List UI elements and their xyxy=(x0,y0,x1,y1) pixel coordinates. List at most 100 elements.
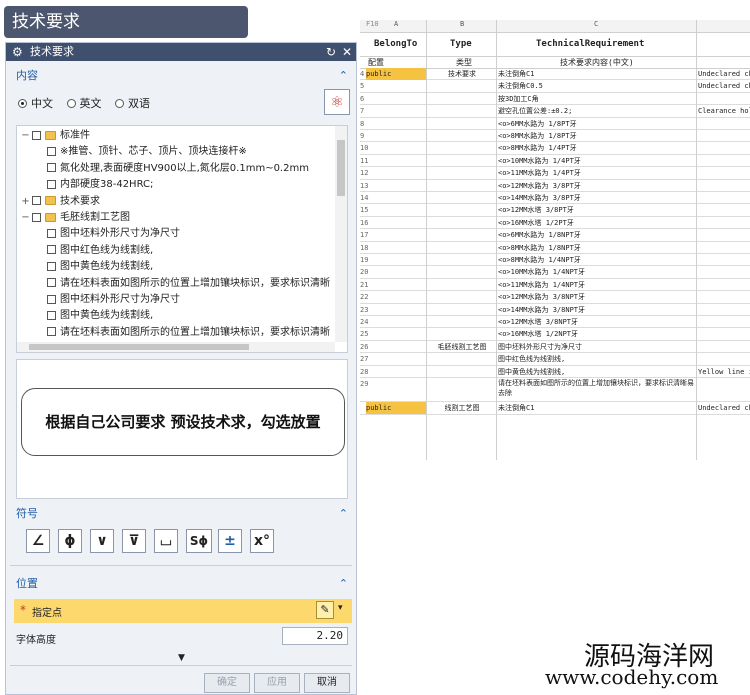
sheet-cell[interactable]: 毛胚线割工艺图 xyxy=(430,341,494,353)
sheet-cell[interactable]: Undeclared ch xyxy=(698,402,750,414)
sheet-cell[interactable]: <o>16MM水塔 1/2PT牙 xyxy=(498,217,694,229)
sheet-cell[interactable] xyxy=(368,316,424,328)
atom-icon[interactable]: ⚛ xyxy=(324,89,350,115)
cancel-button[interactable]: 取消 xyxy=(304,673,350,693)
sheet-cell[interactable]: <o>12MM水路为 3/8NPT牙 xyxy=(498,291,694,303)
sheet-cell[interactable]: 图中坯料外形尺寸为净尺寸 xyxy=(498,341,694,353)
tree-group[interactable]: − 标准件 xyxy=(21,128,331,144)
sheet-row[interactable]: 23 <o>14MM水路为 3/8NPT牙 xyxy=(360,304,750,316)
sheet-cell[interactable] xyxy=(430,291,494,303)
sheet-cell[interactable] xyxy=(430,279,494,291)
sheet-cell[interactable]: 请在坯料表面如图所示的位置上增加镶块标识，要求标识清晰易去除 xyxy=(498,378,694,402)
sheet-cell[interactable] xyxy=(430,192,494,204)
tree-item[interactable]: ※推管、顶针、芯子、顶片、顶块连接杆※ xyxy=(47,144,331,160)
sheet-cell[interactable] xyxy=(430,353,494,365)
tree-item[interactable]: 氮化处理,表面硬度HV900以上,氮化层0.1mm~0.2mm xyxy=(47,161,331,177)
sheet-cell[interactable] xyxy=(698,130,750,142)
sheet-cell[interactable]: 未注倒角C0.5 xyxy=(498,80,694,92)
sheet-row[interactable]: 7 避空孔位置公差:±0.2; Clearance hol xyxy=(360,105,750,118)
tree-item[interactable]: 图中坯料外形尺寸为净尺寸 xyxy=(47,292,331,308)
checkbox[interactable] xyxy=(47,245,56,255)
sheet-cell[interactable] xyxy=(368,180,424,192)
collapse-icon[interactable]: − xyxy=(21,128,30,144)
sheet-row[interactable]: 24 <o>12MM水塔 3/8NPT牙 xyxy=(360,316,750,329)
gear-icon[interactable]: ⚙ xyxy=(12,43,23,61)
sheet-cell[interactable] xyxy=(430,93,494,105)
point-picker-icon[interactable]: ✎ xyxy=(316,601,334,619)
sheet-cell[interactable] xyxy=(368,204,424,216)
sheet-row[interactable]: 19 <o>8MM水路为 1/4NPT牙 xyxy=(360,254,750,267)
sheet-cell[interactable]: <o>14MM水路为 3/8NPT牙 xyxy=(498,304,694,316)
sheet-cell[interactable] xyxy=(368,304,424,316)
sheet-cell[interactable]: <o>11MM水路为 1/4NPT牙 xyxy=(498,279,694,291)
radio-english[interactable]: 英文 xyxy=(66,95,102,111)
expand-more-icon[interactable]: ▼ xyxy=(178,653,185,663)
tree-item[interactable]: 图中红色线为线割线, xyxy=(47,243,331,259)
sheet-row[interactable]: 5 未注倒角C0.5 Undeclared ch xyxy=(360,80,750,93)
sheet-cell[interactable] xyxy=(368,341,424,353)
tree-group[interactable]: − 毛胚线割工艺图 xyxy=(21,210,331,226)
ok-button[interactable]: 确定 xyxy=(204,673,250,693)
preview-text-area[interactable]: 根据自己公司要求 预设技术求，勾选放置 xyxy=(16,359,348,499)
sheet-cell[interactable] xyxy=(430,80,494,92)
sheet-cell[interactable] xyxy=(430,328,494,340)
sheet-cell[interactable]: <o>10MM水路为 1/4NPT牙 xyxy=(498,266,694,278)
sheet-cell[interactable] xyxy=(698,242,750,254)
sheet-cell[interactable] xyxy=(698,316,750,328)
sheet-cell[interactable] xyxy=(368,328,424,340)
sheet-cell[interactable] xyxy=(430,204,494,216)
sheet-cell[interactable] xyxy=(430,254,494,266)
sheet-row[interactable]: 15 <o>12MM水塔 3/8PT牙 xyxy=(360,204,750,217)
sheet-cell[interactable]: public xyxy=(366,68,426,80)
sheet-cell[interactable] xyxy=(698,180,750,192)
sheet-cell[interactable]: 未注倒角C1 xyxy=(498,402,694,414)
sheet-cell[interactable] xyxy=(698,279,750,291)
sheet-row[interactable]: 6 按3D加工C角 xyxy=(360,93,750,106)
sheet-cell[interactable] xyxy=(368,378,424,402)
sheet-cell[interactable] xyxy=(368,167,424,179)
chevron-up-icon[interactable]: ⌃ xyxy=(333,67,348,85)
sheet-cell[interactable]: Yellow line i xyxy=(698,366,750,378)
sheet-row[interactable]: 20 <o>10MM水路为 1/4NPT牙 xyxy=(360,266,750,279)
checkbox[interactable] xyxy=(32,130,41,140)
sheet-cell[interactable]: <o>12MM水塔 3/8PT牙 xyxy=(498,204,694,216)
dropdown-arrow-icon[interactable]: ▾ xyxy=(338,603,343,613)
sheet-cell[interactable] xyxy=(368,80,424,92)
sheet-cell[interactable]: <o>11MM水路为 1/4PT牙 xyxy=(498,167,694,179)
sheet-row[interactable]: 18 <o>8MM水路为 1/8NPT牙 xyxy=(360,242,750,254)
sheet-row[interactable]: 29 请在坯料表面如图所示的位置上增加镶块标识，要求标识清晰易去除 xyxy=(360,378,750,402)
sheet-cell[interactable] xyxy=(430,180,494,192)
sheet-row[interactable]: 14 <o>14MM水路为 3/8PT牙 xyxy=(360,192,750,205)
checkbox[interactable] xyxy=(32,196,41,206)
sheet-cell[interactable] xyxy=(368,279,424,291)
chevron-up-icon[interactable]: ⌃ xyxy=(333,575,348,593)
sheet-row[interactable]: 17 <o>6MM水路为 1/8NPT牙 xyxy=(360,229,750,242)
close-icon[interactable]: ✕ xyxy=(342,43,352,61)
scrollbar-thumb[interactable] xyxy=(337,140,345,196)
sheet-cell[interactable] xyxy=(430,304,494,316)
sheet-cell[interactable] xyxy=(698,304,750,316)
sheet-cell[interactable] xyxy=(368,142,424,154)
tree-group[interactable]: + 技术要求 xyxy=(21,194,331,210)
sheet-cell[interactable] xyxy=(698,229,750,241)
sheet-cell[interactable] xyxy=(430,142,494,154)
sheet-cell[interactable] xyxy=(698,155,750,167)
sheet-row[interactable]: 21 <o>11MM水路为 1/4NPT牙 xyxy=(360,279,750,292)
sheet-cell[interactable] xyxy=(368,155,424,167)
sheet-row[interactable]: 4 public 技术要求 未注倒角C1 Undeclared ch xyxy=(360,68,750,81)
sphere-diameter-symbol-button[interactable]: Sϕ xyxy=(186,529,212,553)
sheet-row[interactable]: 22 <o>12MM水路为 3/8NPT牙 xyxy=(360,291,750,304)
sheet-row[interactable]: 28 图中黄色线为线割线, Yellow line i xyxy=(360,366,750,378)
counterbore-symbol-button[interactable]: ⌴ xyxy=(154,529,178,553)
sheet-row[interactable]: 11 <o>10MM水路为 1/4PT牙 xyxy=(360,155,750,168)
sheet-cell[interactable]: <o>6MM水路为 1/8NPT牙 xyxy=(498,229,694,241)
sheet-row[interactable]: 13 <o>12MM水路为 3/8PT牙 xyxy=(360,180,750,192)
tree-item[interactable]: 请在坯料表面如图所示的位置上增加镶块标识，要求标识清晰 xyxy=(47,276,331,292)
sheet-cell[interactable] xyxy=(430,130,494,142)
sheet-cell[interactable] xyxy=(430,118,494,130)
sheet-cell[interactable] xyxy=(368,130,424,142)
sheet-cell[interactable] xyxy=(698,192,750,204)
sheet-cell[interactable] xyxy=(368,118,424,130)
symbol-section-header[interactable]: 符号 ⌃ xyxy=(10,505,352,523)
sheet-cell[interactable]: 线割工艺图 xyxy=(430,402,494,414)
